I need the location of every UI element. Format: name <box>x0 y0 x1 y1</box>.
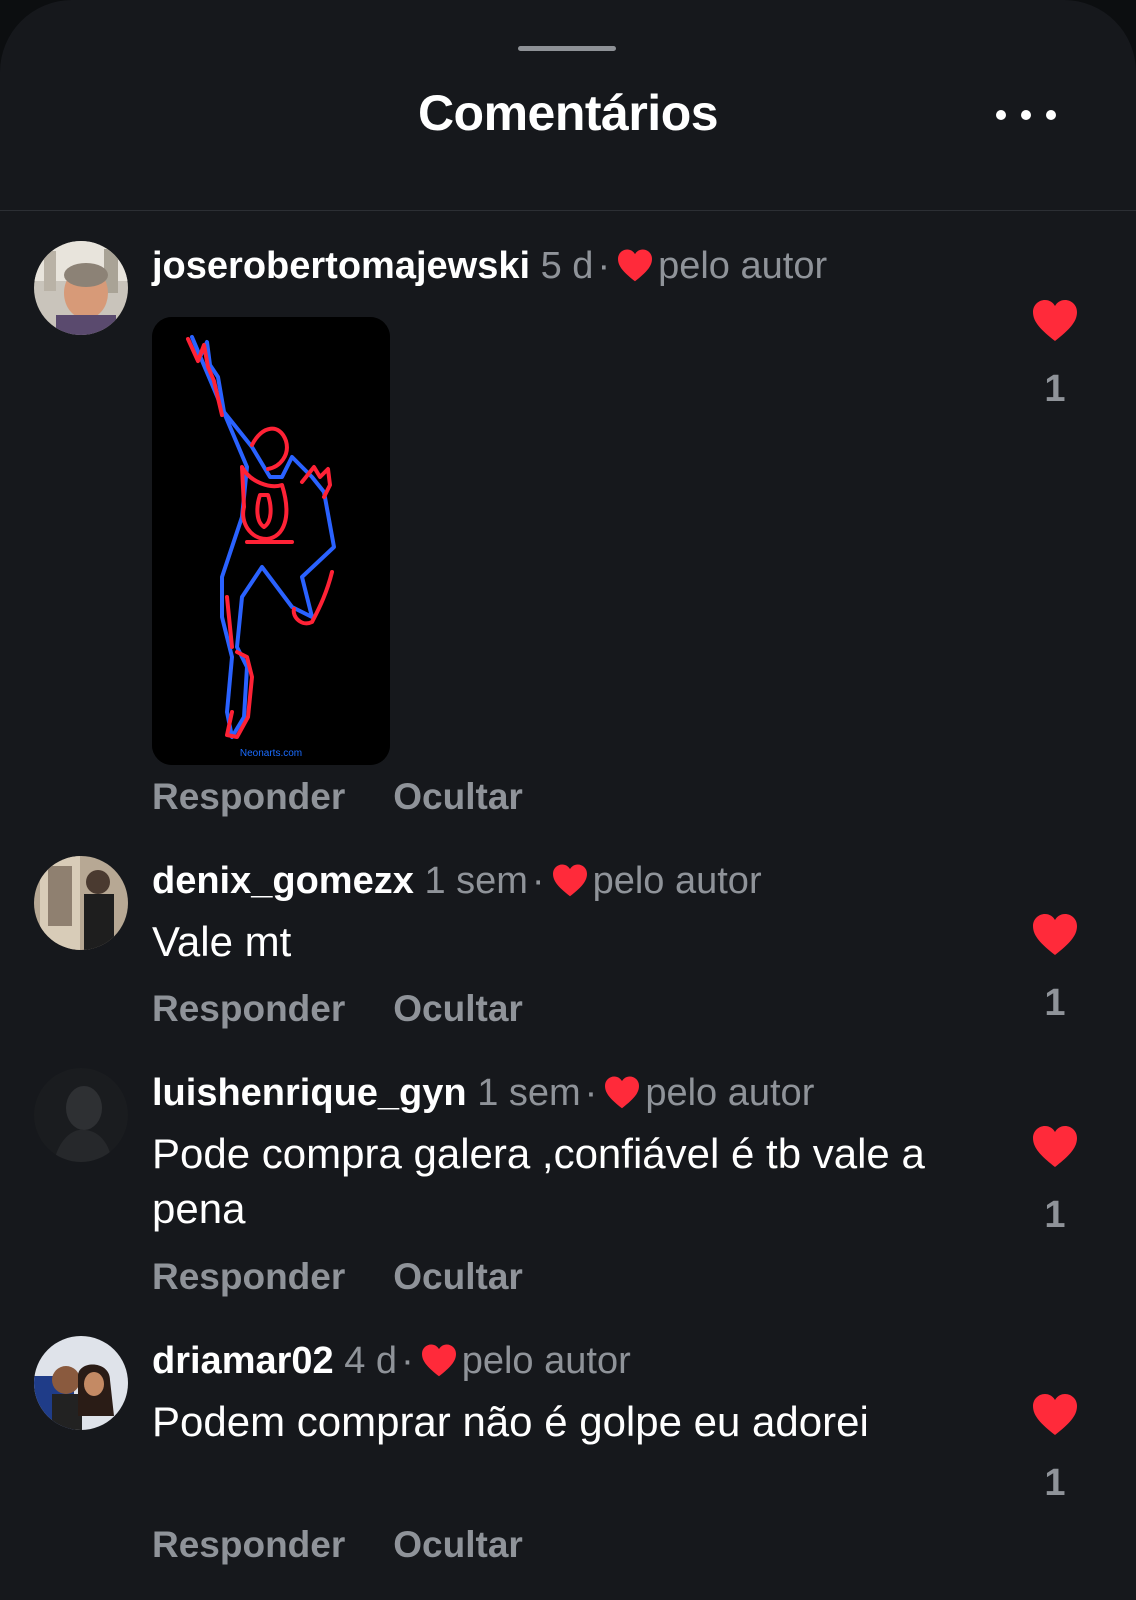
hide-button[interactable]: Ocultar <box>393 988 523 1029</box>
hide-button[interactable]: Ocultar <box>393 1524 523 1565</box>
comment-text: Podem comprar não é golpe eu adorei <box>152 1398 869 1445</box>
avatar[interactable] <box>34 241 128 335</box>
comment-text: Vale mt <box>152 918 292 965</box>
liked-by-author-label: pelo autor <box>592 860 762 902</box>
username[interactable]: denix_gomezx <box>152 860 414 902</box>
reply-button[interactable]: Responder <box>152 776 345 817</box>
avatar[interactable] <box>34 1336 128 1430</box>
avatar[interactable] <box>34 856 128 950</box>
heart-icon[interactable] <box>1030 912 1080 956</box>
heart-icon[interactable] <box>1030 1124 1080 1168</box>
username[interactable]: joserobertomajewski <box>152 245 530 287</box>
like-count: 1 <box>1044 368 1066 410</box>
comment-time: 1 sem <box>477 1072 581 1114</box>
liked-by-author-label: pelo autor <box>645 1072 815 1114</box>
header-divider <box>0 210 1136 211</box>
liked-by-author-heart-icon <box>605 1076 640 1109</box>
reply-button[interactable]: Responder <box>152 988 345 1029</box>
liked-by-author-label: pelo autor <box>461 1340 631 1382</box>
username[interactable]: luishenrique_gyn <box>152 1072 467 1114</box>
hide-button[interactable]: Ocultar <box>393 776 523 817</box>
drag-handle[interactable] <box>518 46 616 51</box>
liked-by-author-label: pelo autor <box>658 245 828 287</box>
comment-time: 4 d <box>344 1340 398 1382</box>
reply-button[interactable]: Responder <box>152 1524 345 1565</box>
like-count: 1 <box>1044 1462 1066 1504</box>
liked-by-author-heart-icon <box>618 249 653 282</box>
hide-button[interactable]: Ocultar <box>393 1256 523 1297</box>
username[interactable]: driamar02 <box>152 1340 334 1382</box>
comment-image[interactable]: Neonarts.com <box>152 317 390 765</box>
comments-sheet: Comentários joserobertomajewski 5 d · pelo… <box>0 0 1136 1600</box>
heart-icon[interactable] <box>1030 1392 1080 1436</box>
page-title: Comentários <box>417 85 719 141</box>
like-count: 1 <box>1044 1194 1066 1236</box>
reply-button[interactable]: Responder <box>152 1256 345 1297</box>
comment-time: 1 sem <box>424 860 528 902</box>
comment-text: Pode compra galera ,confiável é tb vale … <box>152 1130 925 1232</box>
liked-by-author-heart-icon <box>421 1344 456 1377</box>
image-watermark: Neonarts.com <box>239 748 303 759</box>
more-options-icon[interactable] <box>996 100 1056 130</box>
liked-by-author-heart-icon <box>552 864 587 897</box>
avatar[interactable] <box>34 1068 128 1162</box>
heart-icon[interactable] <box>1030 298 1080 342</box>
like-count: 1 <box>1044 982 1066 1024</box>
comment-time: 5 d <box>540 245 594 287</box>
